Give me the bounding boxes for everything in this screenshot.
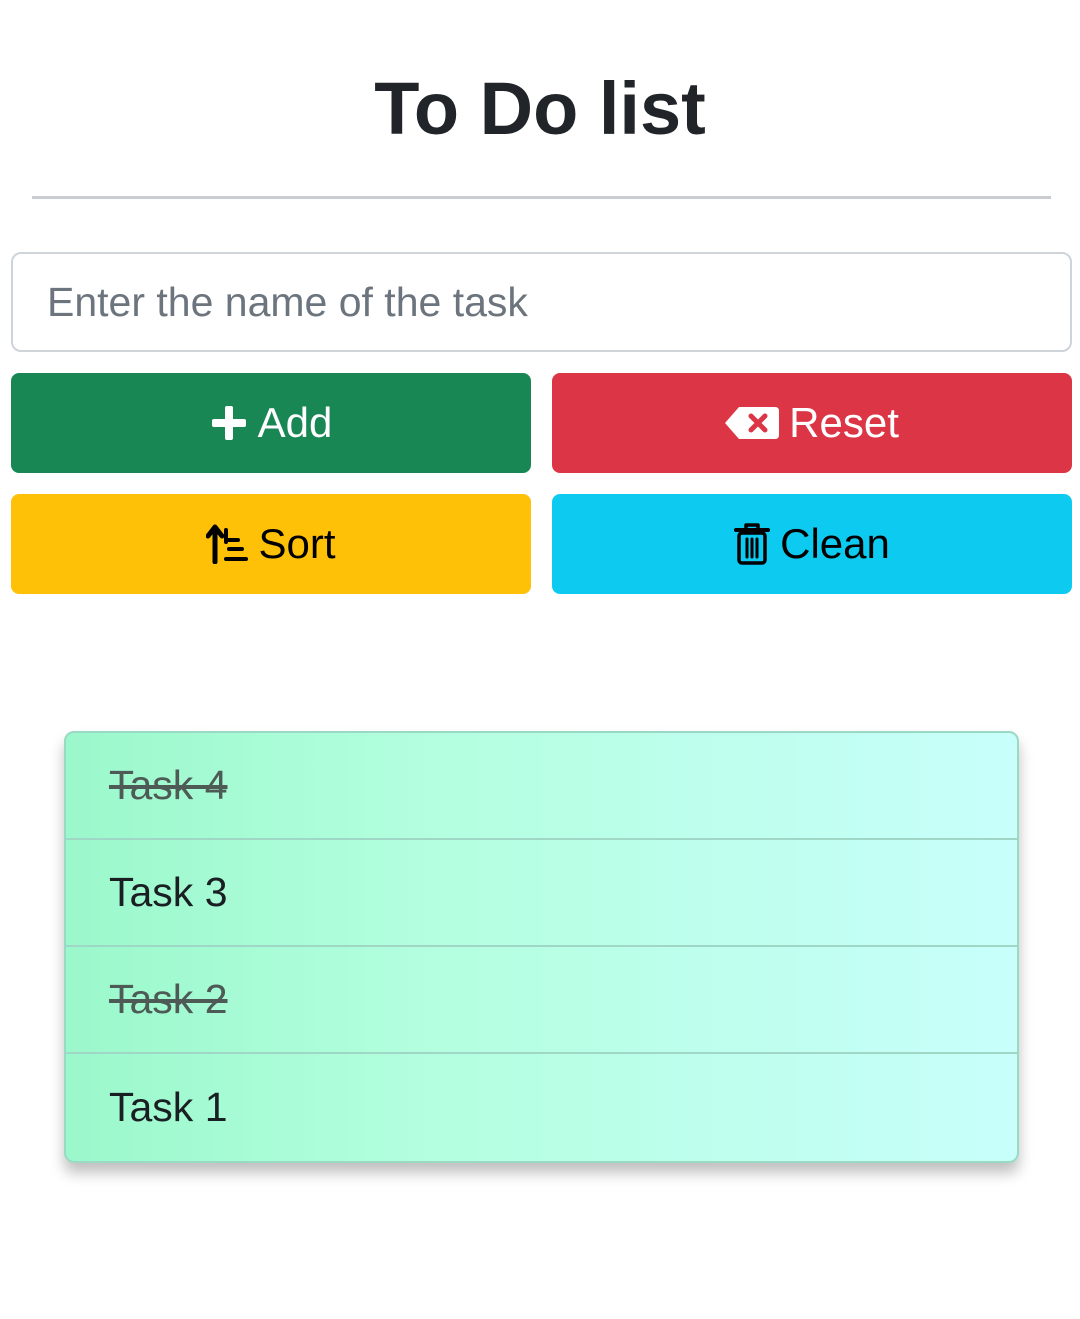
- add-button-label: Add: [257, 399, 333, 446]
- task-label: Task 3: [109, 869, 228, 915]
- divider: [32, 196, 1051, 199]
- add-button[interactable]: Add: [11, 373, 531, 473]
- task-label: Task 1: [109, 1084, 228, 1130]
- task-list: Task 4 Task 3 Task 2 Task 1: [64, 731, 1019, 1163]
- task-item[interactable]: Task 2: [66, 947, 1017, 1054]
- page-title: To Do list: [374, 67, 706, 150]
- backspace-icon: [725, 407, 780, 439]
- task-label: Task 4: [109, 762, 228, 808]
- reset-button[interactable]: Reset: [552, 373, 1072, 473]
- task-item[interactable]: Task 1: [66, 1054, 1017, 1161]
- task-name-input[interactable]: [11, 252, 1072, 352]
- sort-button-label: Sort: [258, 520, 336, 567]
- task-item[interactable]: Task 4: [66, 733, 1017, 840]
- clean-button-label: Clean: [780, 520, 890, 567]
- clean-button[interactable]: Clean: [552, 494, 1072, 594]
- reset-button-label: Reset: [789, 399, 899, 446]
- task-label: Task 2: [109, 976, 228, 1022]
- plus-icon: [210, 404, 248, 442]
- task-item[interactable]: Task 3: [66, 840, 1017, 947]
- trash-icon: [734, 523, 771, 565]
- sort-ascending-icon: [206, 524, 249, 564]
- sort-button[interactable]: Sort: [11, 494, 531, 594]
